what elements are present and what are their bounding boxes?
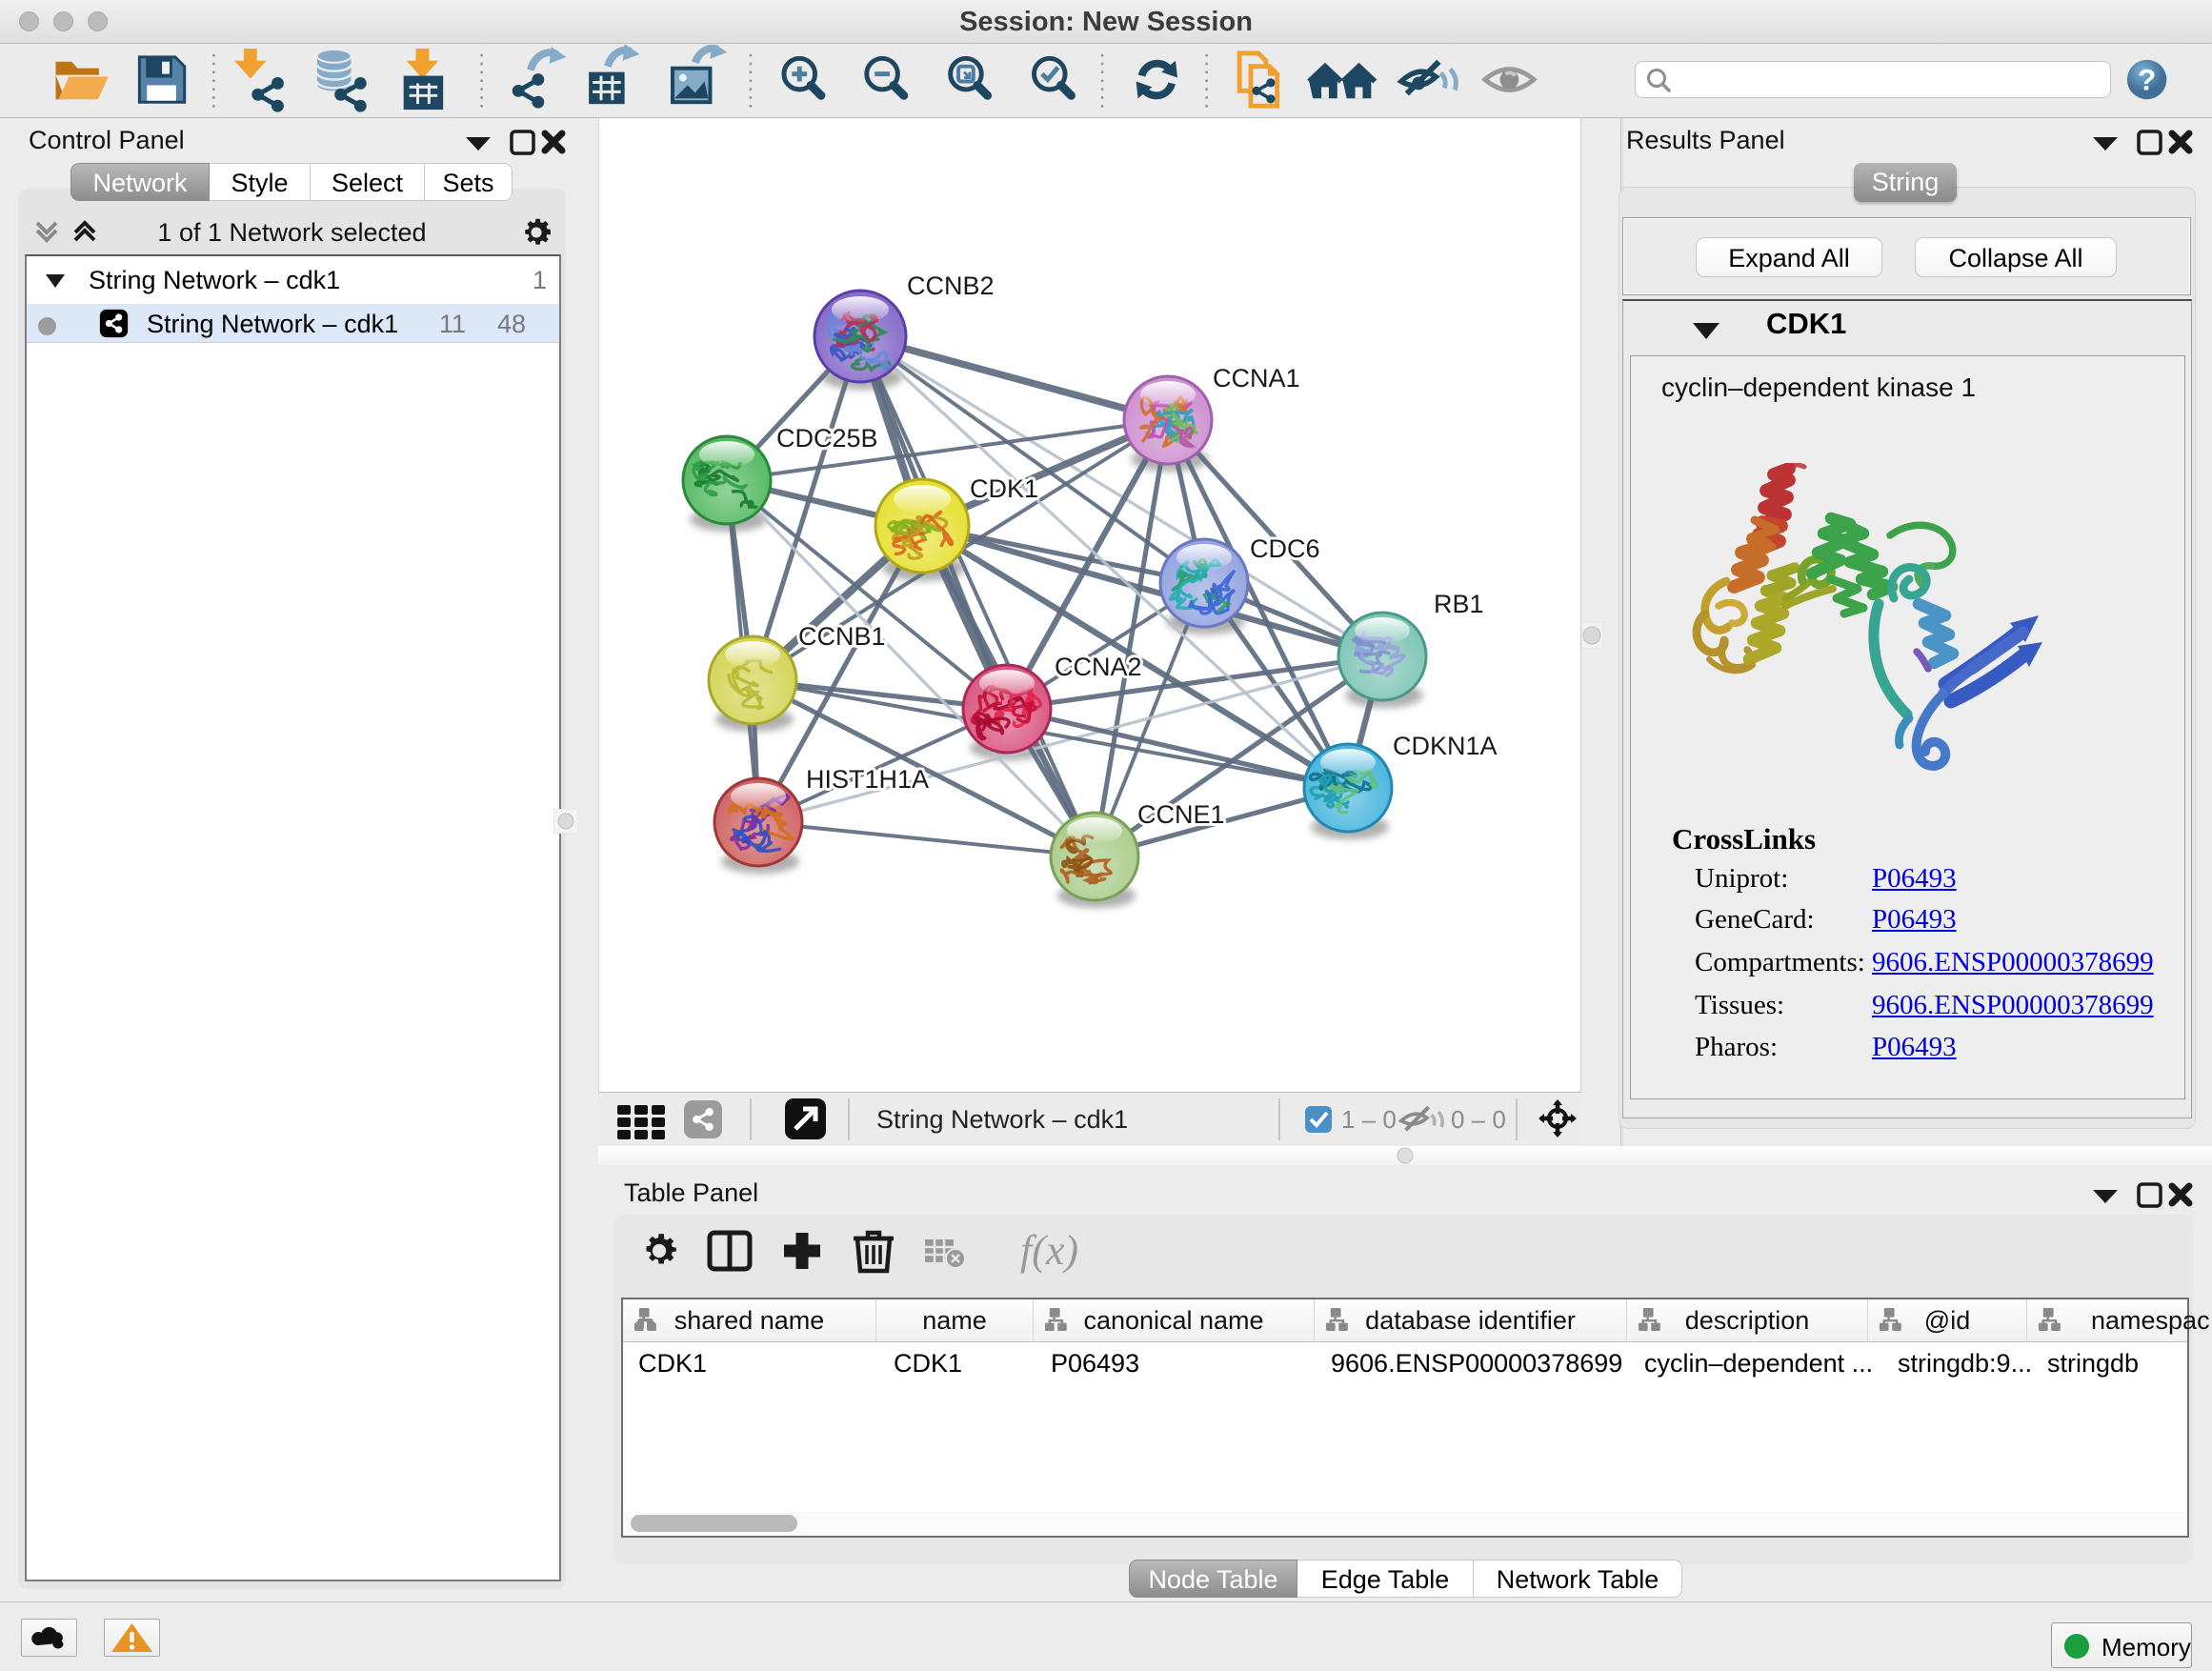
svg-text:CCNE1: CCNE1	[1137, 800, 1225, 829]
svg-text:1 – 0: 1 – 0	[1341, 1105, 1397, 1134]
svg-text:CDK1: CDK1	[970, 474, 1038, 503]
svg-text:CCNB2: CCNB2	[907, 272, 995, 300]
svg-text:?: ?	[2138, 62, 2156, 96]
svg-text:HIST1H1A: HIST1H1A	[806, 765, 929, 794]
svg-text:0 – 0: 0 – 0	[1451, 1105, 1506, 1134]
svg-text:String Network – cdk1: String Network – cdk1	[876, 1105, 1128, 1134]
svg-text:CCNB1: CCNB1	[798, 622, 886, 651]
svg-text:RB1: RB1	[1434, 590, 1484, 618]
svg-text:CDKN1A: CDKN1A	[1393, 732, 1498, 760]
svg-text:CCNA2: CCNA2	[1055, 653, 1142, 681]
svg-text:f(x): f(x)	[1020, 1227, 1078, 1274]
svg-text:CDC6: CDC6	[1250, 534, 1320, 563]
svg-text:CDC25B: CDC25B	[776, 424, 878, 453]
svg-text:CCNA1: CCNA1	[1213, 364, 1300, 393]
